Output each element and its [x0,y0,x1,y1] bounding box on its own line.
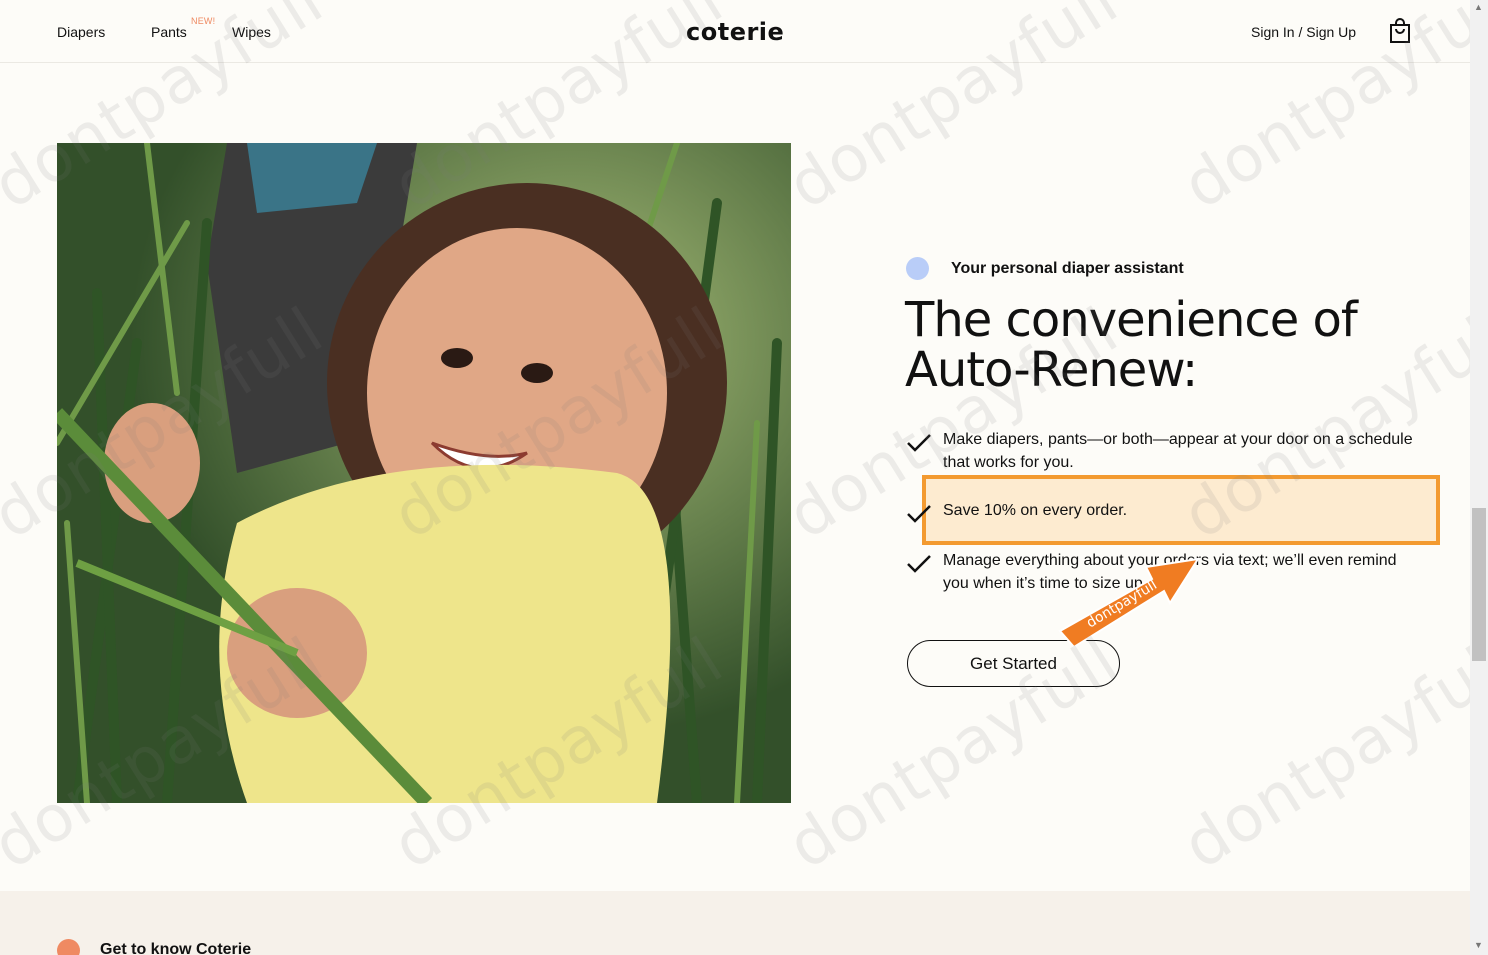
vertical-scrollbar[interactable]: ▲ ▼ [1470,0,1488,955]
watermark: dontpayfull [1170,623,1488,884]
site-header: Diapers Pants NEW! Wipes coterie Sign In… [0,0,1470,63]
site-logo[interactable]: coterie [686,18,784,46]
new-badge: NEW! [191,16,216,26]
page: Diapers Pants NEW! Wipes coterie Sign In… [0,0,1488,955]
next-section-title: Get to know Coterie [100,941,252,955]
next-section: Get to know Coterie [0,891,1470,955]
nav-diapers[interactable]: Diapers [57,24,105,40]
shopping-bag-icon[interactable] [1388,18,1412,44]
section-eyebrow: Your personal diaper assistant [951,260,1184,277]
arrow-label: dontpayfull [1084,577,1160,631]
nav-wipes[interactable]: Wipes [232,24,271,40]
benefit-text: Save 10% on every order. [943,502,1128,519]
checkmark-icon [906,432,932,454]
scroll-up-icon[interactable]: ▲ [1474,2,1483,12]
scroll-thumb[interactable] [1472,508,1486,661]
arrow-icon: dontpayfull [1052,553,1202,653]
nav-pants[interactable]: Pants [151,24,187,40]
checkmark-icon [906,553,932,575]
accent-dot [57,939,80,955]
checkmark-icon [906,503,932,525]
hero-photo [57,143,791,803]
benefit-text: Make diapers, pants—or both—appear at yo… [943,431,1413,471]
scroll-down-icon[interactable]: ▼ [1474,940,1483,950]
sign-in-link[interactable]: Sign In / Sign Up [1251,24,1356,40]
section-headline: The convenience of Auto-Renew: [905,292,1358,398]
accent-dot [906,257,929,280]
